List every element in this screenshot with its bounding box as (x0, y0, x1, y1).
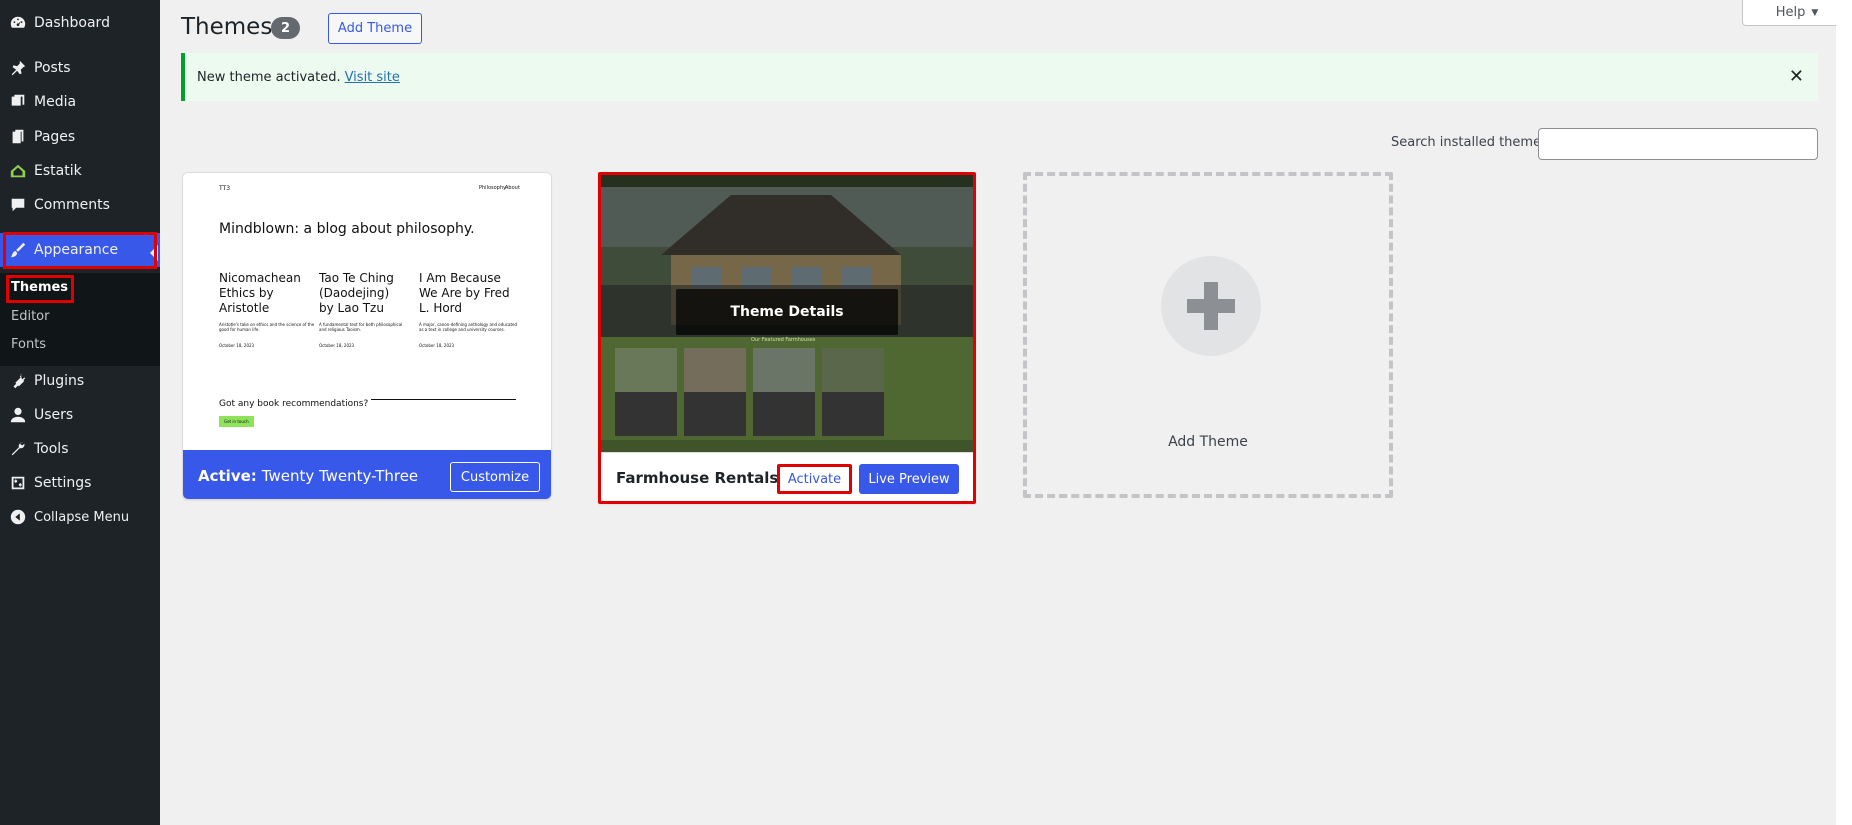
add-circle (1161, 256, 1261, 356)
sidebar-item-users[interactable]: Users (0, 398, 160, 432)
media-icon (8, 92, 28, 112)
preview-post-title: Tao Te Ching (Daodejing) by Lao Tzu (319, 271, 394, 315)
sidebar-item-label: Plugins (34, 373, 85, 389)
sidebar-item-label: Media (34, 94, 77, 110)
preview-post-date: October 18, 2023 (319, 343, 355, 348)
notice-text: New theme activated. (197, 69, 341, 85)
submenu-item-fonts[interactable]: Fonts (11, 337, 46, 352)
caret-down-icon: ▼ (1811, 7, 1819, 18)
admin-sidebar: Dashboard Posts Media Pages Estatik Comm… (0, 0, 160, 825)
add-theme-label: Add Theme (1168, 434, 1248, 450)
sidebar-item-settings[interactable]: Settings (0, 466, 160, 500)
search-input[interactable] (1538, 128, 1818, 160)
submenu-item-editor[interactable]: Editor (11, 309, 49, 324)
preview-post-excerpt: A fundamental text for both philosophica… (319, 322, 403, 332)
page-title: Themes (181, 14, 273, 40)
page-right-edge (1836, 0, 1852, 825)
comment-icon (8, 195, 28, 215)
preview-post-date: October 18, 2023 (219, 343, 255, 348)
sidebar-item-label: Settings (34, 475, 92, 491)
sidebar-item-label: Posts (34, 60, 71, 76)
sidebar-item-appearance[interactable]: Appearance (0, 233, 160, 267)
sidebar-item-dashboard[interactable]: Dashboard (0, 6, 160, 40)
add-theme-card[interactable]: Add Theme (1023, 172, 1393, 498)
sidebar-item-label: Pages (34, 129, 76, 145)
plug-icon (8, 371, 28, 391)
sidebar-item-label: Appearance (34, 242, 119, 258)
sidebar-item-label: Collapse Menu (34, 509, 130, 525)
customize-button[interactable]: Customize (450, 462, 540, 492)
preview-section-heading: Our Featured Farmhouses (751, 337, 816, 343)
theme-name: Farmhouse Rentals (616, 469, 779, 487)
preview-headline: Mindblown: a blog about philosophy. (219, 221, 475, 237)
activate-button[interactable]: Activate (777, 464, 852, 494)
wrench-icon (8, 439, 28, 459)
plus-icon (1187, 282, 1235, 330)
theme-screenshot-twenty-twenty-three[interactable]: TT3 Philosophy About Mindblown: a blog a… (183, 173, 551, 450)
brush-icon (8, 240, 28, 260)
preview-post-date: October 18, 2023 (419, 343, 455, 348)
theme-card-active[interactable]: TT3 Philosophy About Mindblown: a blog a… (182, 172, 552, 500)
appearance-submenu: Themes Editor Fonts (0, 273, 160, 366)
pin-icon (8, 58, 28, 78)
collapse-icon (8, 507, 28, 527)
sidebar-item-label: Tools (34, 441, 69, 457)
theme-details-button[interactable]: Theme Details (676, 289, 898, 335)
sidebar-item-estatik[interactable]: Estatik (0, 154, 160, 188)
live-preview-button[interactable]: Live Preview (859, 464, 959, 494)
farmhouse-theme-bar: Farmhouse Rentals Activate Live Preview (601, 452, 973, 501)
preview-post-excerpt: A major, canon-defining anthology and ed… (419, 322, 518, 332)
active-theme-name: Twenty Twenty-Three (261, 466, 419, 485)
active-prefix: Active: (198, 466, 257, 485)
sidebar-item-posts[interactable]: Posts (0, 51, 160, 85)
close-icon[interactable]: ✕ (1789, 66, 1804, 87)
preview-divider (371, 399, 516, 400)
sidebar-item-comments[interactable]: Comments (0, 188, 160, 222)
sidebar-item-pages[interactable]: Pages (0, 120, 160, 154)
sidebar-item-label: Comments (34, 197, 110, 213)
search-label: Search installed themes (1391, 135, 1548, 150)
preview-cta-button: Get in touch (219, 416, 254, 427)
preview-cta-text: Got any book recommendations? (219, 399, 369, 409)
dashboard-icon (8, 13, 28, 33)
preview-nav-item: About (505, 185, 520, 191)
sidebar-item-label: Users (34, 407, 74, 423)
pages-icon (8, 127, 28, 147)
preview-post-title: Nicomachean Ethics by Aristotle (219, 271, 301, 315)
house-icon (8, 161, 28, 181)
active-menu-arrow (150, 245, 158, 261)
help-label: Help (1775, 5, 1806, 20)
sidebar-item-tools[interactable]: Tools (0, 432, 160, 466)
preview-logo: TT3 (219, 185, 231, 192)
submenu-item-themes[interactable]: Themes (11, 280, 68, 295)
collapse-menu-button[interactable]: Collapse Menu (0, 500, 160, 534)
sidebar-item-label: Dashboard (34, 15, 110, 31)
add-theme-button[interactable]: Add Theme (328, 13, 422, 44)
user-icon (8, 405, 28, 425)
sidebar-item-plugins[interactable]: Plugins (0, 364, 160, 398)
success-notice: New theme activated. Visit site ✕ (181, 53, 1818, 101)
visit-site-link[interactable]: Visit site (345, 70, 400, 85)
preview-post-title: I Am Because We Are by Fred L. Hord (419, 271, 510, 315)
theme-screenshot-farmhouse-rentals[interactable]: Our Featured Farmhouses Theme Details (601, 175, 973, 452)
preview-post-excerpt: Aristotle's take on ethics and the scien… (219, 322, 315, 332)
sidebar-item-media[interactable]: Media (0, 85, 160, 119)
theme-count-badge: 2 (271, 17, 300, 39)
preview-nav-item: Philosophy (479, 185, 506, 191)
sidebar-item-label: Estatik (34, 163, 82, 179)
settings-icon (8, 473, 28, 493)
theme-card-farmhouse-rentals[interactable]: Our Featured Farmhouses Theme Details Fa… (598, 172, 976, 504)
